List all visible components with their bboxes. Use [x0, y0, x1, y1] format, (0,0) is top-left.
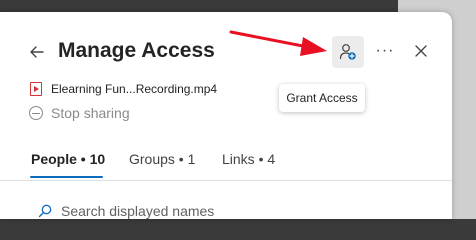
back-button[interactable]: [26, 41, 48, 63]
more-options-icon: ···: [375, 42, 395, 59]
search-input[interactable]: Search displayed names: [38, 203, 214, 219]
active-tab-indicator: [30, 176, 103, 178]
video-file-icon: [30, 82, 42, 96]
file-name: Elearning Fun...Recording.mp4: [51, 82, 218, 96]
stop-sharing-icon: [29, 106, 43, 120]
file-info: Elearning Fun...Recording.mp4: [30, 81, 217, 97]
stop-sharing-label: Stop sharing: [51, 105, 130, 121]
tabs-divider: [0, 180, 452, 181]
page-title: Manage Access: [58, 39, 215, 62]
more-options-button[interactable]: ···: [374, 40, 396, 62]
close-icon: [415, 45, 427, 57]
stop-sharing-button[interactable]: Stop sharing: [29, 104, 130, 122]
tab-links[interactable]: Links • 4: [222, 151, 275, 167]
grant-access-icon: [339, 44, 356, 60]
grant-access-button[interactable]: [332, 36, 364, 68]
search-placeholder: Search displayed names: [61, 203, 215, 219]
back-arrow-icon: [30, 46, 44, 58]
tab-groups[interactable]: Groups • 1: [129, 151, 195, 167]
grant-access-tooltip: Grant Access: [279, 84, 365, 112]
close-button[interactable]: [410, 40, 432, 62]
tab-people[interactable]: People • 10: [31, 151, 105, 167]
search-icon: [38, 204, 52, 218]
